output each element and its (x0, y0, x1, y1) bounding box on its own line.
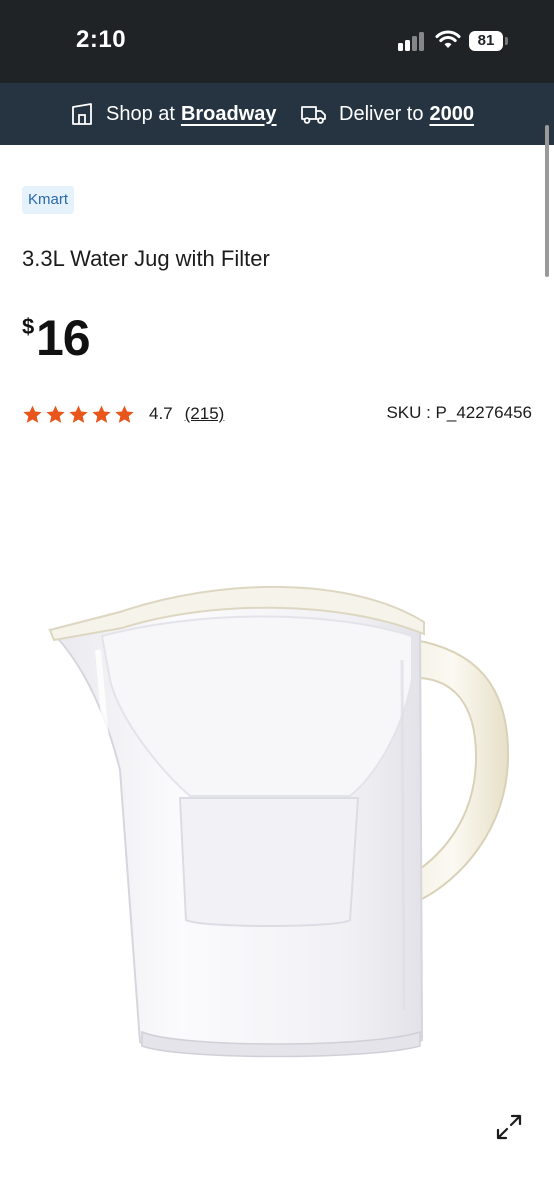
shop-at-store[interactable]: Shop at Broadway (70, 101, 277, 127)
star-icon (115, 405, 134, 423)
deliver-to-postcode[interactable]: Deliver to 2000 (301, 101, 474, 127)
battery-tip (505, 37, 508, 45)
store-name[interactable]: Broadway (181, 103, 277, 126)
store-icon (72, 103, 92, 125)
page-scrollbar[interactable] (545, 125, 549, 277)
rating-count-link[interactable]: (215) (185, 404, 225, 424)
status-time: 2:10 (76, 26, 127, 53)
product-rating[interactable]: 4.7 (215) (22, 401, 224, 427)
wifi-icon (435, 30, 461, 48)
star-icon (46, 405, 65, 423)
star-icon (69, 405, 88, 423)
product-title: 3.3L Water Jug with Filter (22, 246, 270, 271)
expand-icon[interactable] (492, 1110, 526, 1144)
rating-value: 4.7 (149, 404, 173, 423)
status-bar: 2:10 81 (0, 0, 554, 83)
product-image[interactable] (40, 570, 520, 1070)
star-icon (92, 405, 111, 423)
postcode-value[interactable]: 2000 (429, 103, 474, 126)
product-sku: SKU : P_42276456 (386, 403, 532, 422)
store-delivery-bar: Shop at Broadway Deliver to 2000 (0, 83, 554, 145)
brand-badge[interactable]: Kmart (22, 186, 75, 214)
cellular-signal-icon (398, 31, 426, 51)
star-icon (23, 405, 42, 423)
price-currency: $ (22, 314, 35, 339)
rating-stars (22, 404, 137, 425)
deliver-to-label: Deliver to (339, 102, 424, 125)
shop-at-label: Shop at (106, 102, 175, 125)
delivery-truck-icon (301, 106, 326, 124)
price-amount: 16 (36, 310, 91, 366)
battery-level: 81 (469, 31, 503, 51)
